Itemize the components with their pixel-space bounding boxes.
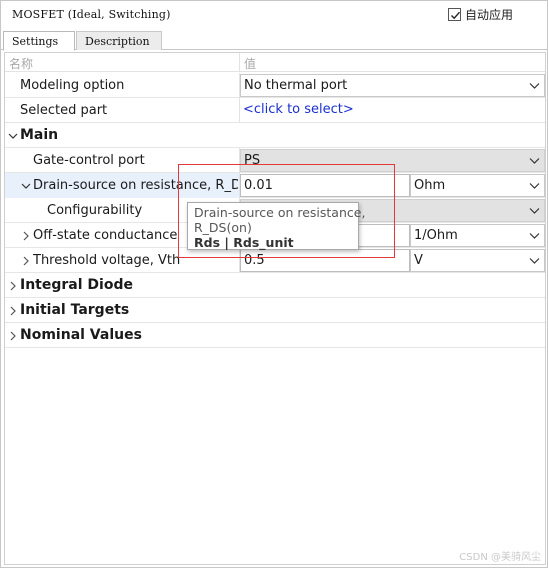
auto-apply-toggle[interactable]: 自动应用: [448, 6, 513, 23]
group-label: Nominal Values: [20, 327, 142, 343]
dropdown-value: PS: [244, 153, 261, 168]
chevron-down-icon: [529, 158, 540, 164]
group-label: Initial Targets: [20, 302, 130, 318]
threshold-value-input[interactable]: 0.5: [240, 249, 410, 272]
auto-apply-checkbox[interactable]: [448, 8, 461, 21]
input-value: 0.01: [244, 178, 273, 193]
row-label: Selected part: [20, 103, 108, 118]
group-label: Integral Diode: [20, 277, 133, 293]
expand-arrow-icon[interactable]: [19, 248, 33, 273]
row-selected-part: Selected part <click to select>: [5, 98, 545, 123]
collapse-arrow-icon[interactable]: [6, 123, 20, 148]
group-integral-diode[interactable]: Integral Diode: [5, 273, 545, 298]
row-drain-source-resistance: Drain-source on resistance, R_DS... 0.01…: [5, 173, 545, 198]
row-label: Off-state conductance: [33, 228, 178, 243]
expand-arrow-icon[interactable]: [6, 323, 20, 348]
property-grid: 名称 值 Modeling option No thermal port Sel…: [4, 52, 546, 565]
tooltip-description-line1: Drain-source on resistance,: [194, 205, 366, 220]
block-parameters-window: MOSFET (Ideal, Switching) 自动应用 Settings …: [0, 0, 548, 568]
gate-control-dropdown[interactable]: PS: [240, 149, 545, 172]
select-part-link[interactable]: <click to select>: [243, 102, 354, 117]
row-label: Drain-source on resistance, R_DS...: [33, 178, 238, 193]
off-state-unit-dropdown[interactable]: 1/Ohm: [410, 224, 545, 247]
select-part-link-cell: <click to select>: [240, 99, 545, 122]
row-label: Gate-control port: [33, 153, 145, 168]
row-modeling-option: Modeling option No thermal port: [5, 73, 545, 98]
tab-strip: Settings Description: [1, 31, 547, 51]
row-label: Configurability: [47, 203, 143, 218]
threshold-unit-dropdown[interactable]: V: [410, 249, 545, 272]
dropdown-value: V: [414, 253, 423, 268]
chevron-down-icon: [529, 183, 540, 189]
row-label: Modeling option: [20, 78, 125, 93]
collapse-arrow-icon[interactable]: [19, 173, 33, 198]
expand-arrow-icon[interactable]: [6, 298, 20, 323]
chevron-down-icon: [529, 258, 540, 264]
input-value: 0.5: [244, 253, 265, 268]
window-title: MOSFET (Ideal, Switching): [12, 8, 171, 21]
dropdown-value: Ohm: [414, 178, 446, 193]
grid-header: 名称 值: [5, 53, 545, 72]
drain-source-value-input[interactable]: 0.01: [240, 174, 410, 197]
row-threshold-voltage: Threshold voltage, Vth 0.5 V: [5, 248, 545, 273]
group-label: Main: [20, 127, 59, 143]
tooltip-variable-names: Rds | Rds_unit: [194, 235, 294, 250]
chevron-down-icon: [529, 208, 540, 214]
group-initial-targets[interactable]: Initial Targets: [5, 298, 545, 323]
tooltip-description-line2: R_DS(on): [194, 220, 252, 235]
column-divider: [239, 53, 240, 72]
watermark: CSDN @美骑风尘: [459, 552, 541, 563]
tab-description[interactable]: Description: [76, 31, 162, 50]
chevron-down-icon: [529, 83, 540, 89]
auto-apply-label: 自动应用: [465, 8, 514, 22]
tab-settings[interactable]: Settings: [3, 31, 75, 51]
header-value: 值: [244, 57, 257, 71]
group-main[interactable]: Main: [5, 123, 545, 148]
dropdown-value: 1/Ohm: [414, 228, 458, 243]
row-gate-control-port: Gate-control port PS: [5, 148, 545, 173]
expand-arrow-icon[interactable]: [6, 273, 20, 298]
drain-source-unit-dropdown[interactable]: Ohm: [410, 174, 545, 197]
group-nominal-values[interactable]: Nominal Values: [5, 323, 545, 348]
check-icon: [451, 11, 461, 20]
row-label: Threshold voltage, Vth: [33, 253, 181, 268]
modeling-option-dropdown[interactable]: No thermal port: [240, 74, 545, 97]
dropdown-value: No thermal port: [244, 78, 348, 93]
title-bar: MOSFET (Ideal, Switching) 自动应用: [1, 1, 547, 30]
chevron-down-icon: [529, 233, 540, 239]
parameter-tooltip: Drain-source on resistance, R_DS(on) Rds…: [187, 202, 366, 250]
header-name: 名称: [9, 57, 34, 71]
expand-arrow-icon[interactable]: [19, 223, 33, 248]
